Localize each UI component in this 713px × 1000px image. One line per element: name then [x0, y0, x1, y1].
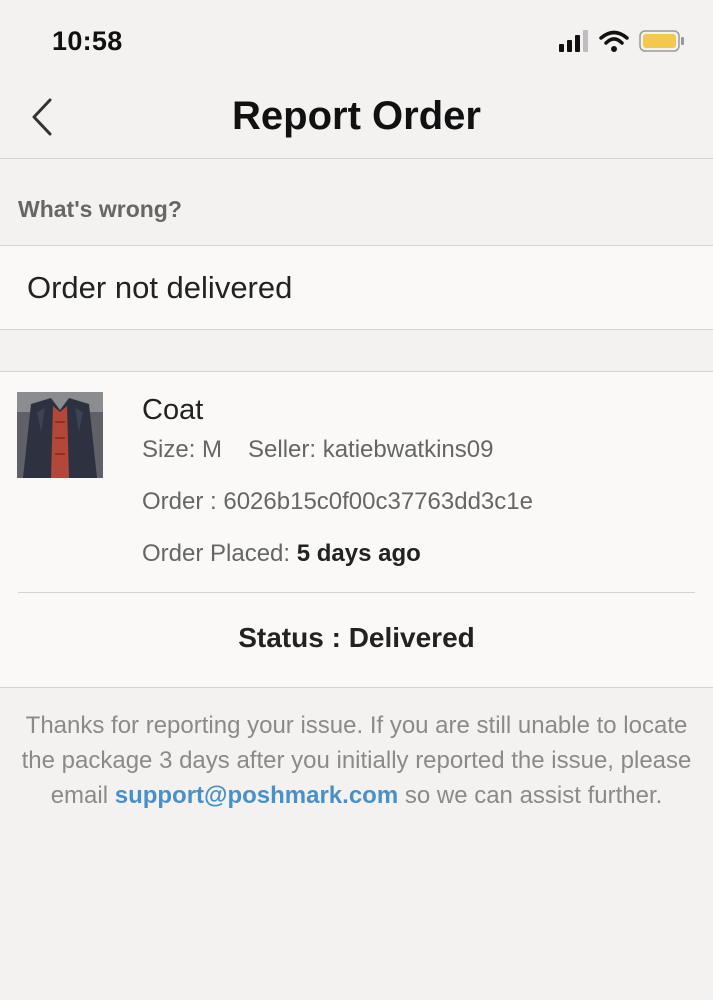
- section-spacer: [0, 330, 713, 372]
- battery-icon: [639, 30, 684, 52]
- order-placed-label: Order Placed:: [142, 540, 297, 567]
- coat-image: [17, 392, 103, 478]
- help-message: Thanks for reporting your issue. If you …: [18, 708, 695, 813]
- order-placed: Order Placed: 5 days ago: [142, 540, 421, 568]
- wifi-icon: [599, 30, 629, 52]
- item-size: Size: M: [142, 436, 223, 463]
- issue-value: Order not delivered: [27, 270, 293, 305]
- support-email-link[interactable]: support@poshmark.com: [115, 782, 398, 809]
- order-id: Order : 6026b15c0f00c37763dd3c1e: [142, 488, 533, 515]
- order-card: Coat Size: M Seller: katiebwatkins09 Orde…: [0, 372, 713, 688]
- item-seller: Seller: katiebwatkins09: [248, 436, 494, 463]
- section-header: What's wrong?: [0, 159, 713, 246]
- nav-bar: Report Order: [0, 80, 713, 159]
- item-title[interactable]: Coat: [142, 394, 203, 427]
- issue-selector[interactable]: Order not delivered: [0, 246, 713, 330]
- order-status: Status : Delivered: [238, 622, 475, 653]
- status-bar: 10:58: [0, 0, 713, 80]
- status-time: 10:58: [52, 26, 123, 56]
- page-title: Report Order: [232, 94, 481, 138]
- divider: [18, 592, 695, 593]
- help-text-after: so we can assist further.: [398, 782, 663, 809]
- section-label: What's wrong?: [18, 196, 182, 222]
- status-icons: [559, 30, 685, 52]
- item-thumbnail[interactable]: [17, 392, 103, 478]
- signal-icon: [559, 30, 588, 52]
- order-placed-value: 5 days ago: [296, 540, 421, 567]
- item-meta: Size: M Seller: katiebwatkins09: [142, 436, 493, 464]
